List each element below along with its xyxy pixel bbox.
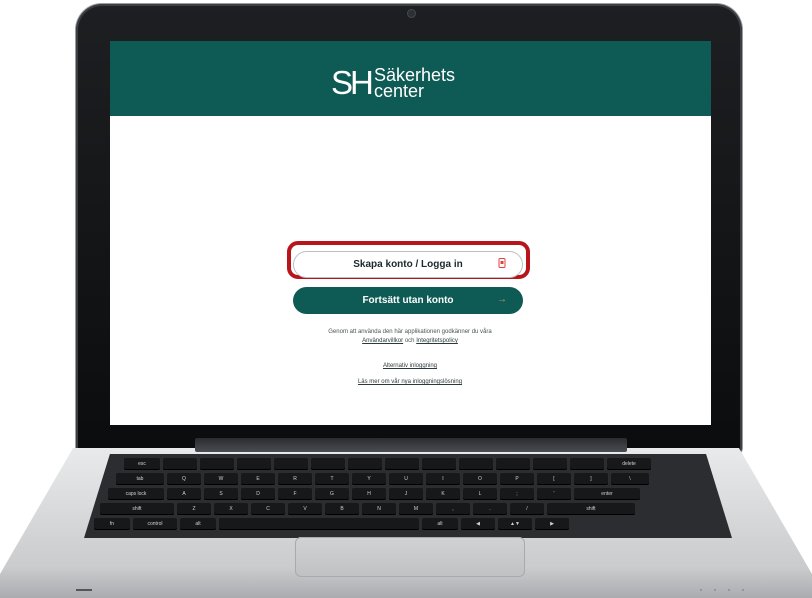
keyboard-key: ◀ — [461, 518, 495, 530]
create-account-login-button[interactable]: Skapa konto / Logga in — [293, 251, 523, 278]
consent-links: Användarvillkor och Integritetspolicy — [260, 337, 560, 346]
keyboard-key: tab — [116, 473, 164, 485]
keyboard-key: L — [463, 488, 497, 500]
keyboard-key: caps lock — [108, 488, 164, 500]
keyboard-key: D — [241, 488, 275, 500]
keyboard: esc delete tab Q W E R T Y U I O P[] \ caps lock A S D F… — [84, 454, 732, 538]
keyboard-key — [163, 458, 197, 470]
alternative-login-link[interactable]: Alternativ inloggning — [260, 363, 560, 369]
keyboard-key — [570, 458, 604, 470]
app-screen: SH Säkerhets center Skapa konto / Logga … — [110, 41, 711, 425]
keyboard-key: P — [500, 473, 534, 485]
consent-conjunction: och — [404, 338, 415, 344]
keyboard-key — [219, 518, 419, 530]
read-more-login-link[interactable]: Läs mer om vår nya inloggningslösning — [260, 379, 560, 385]
keyboard-key: Z — [177, 503, 211, 515]
keyboard-key: U — [389, 473, 423, 485]
keyboard-key: N — [362, 503, 396, 515]
key-row-5: fn control alt alt ◀ ▲▼ ▶ — [94, 518, 569, 530]
keyboard-key: ; — [500, 488, 534, 500]
keyboard-key — [348, 458, 382, 470]
privacy-link[interactable]: Integritetspolicy — [416, 338, 458, 344]
key-row-3: caps lock A S D F G H J K L; ' enter — [108, 488, 640, 500]
keyboard-key — [385, 458, 419, 470]
key-row-4: shift Z X C V B N M,. / shift — [100, 503, 635, 515]
keyboard-key: alt — [180, 518, 216, 530]
keyboard-key: O — [463, 473, 497, 485]
keyboard-key: ] — [574, 473, 608, 485]
keyboard-key: X — [214, 503, 248, 515]
app-header: SH Säkerhets center — [110, 41, 711, 116]
keyboard-key: , — [436, 503, 470, 515]
keyboard-key — [496, 458, 530, 470]
keyboard-key: ' — [537, 488, 571, 500]
id-card-icon — [498, 258, 506, 273]
keyboard-key: W — [204, 473, 238, 485]
keyboard-key: G — [315, 488, 349, 500]
keyboard-key: Q — [167, 473, 201, 485]
keyboard-key: \ — [611, 473, 649, 485]
keyboard-key: shift — [547, 503, 635, 515]
consent-text: Genom att använda den här applikationen … — [260, 328, 560, 346]
consent-sentence: Genom att använda den här applikationen … — [328, 329, 492, 335]
key-row-1: esc delete — [124, 458, 651, 470]
brand-wordmark: Säkerhets center — [374, 66, 455, 101]
keyboard-key: S — [204, 488, 238, 500]
keyboard-key — [422, 458, 456, 470]
keyboard-key: T — [315, 473, 349, 485]
keyboard-key — [237, 458, 271, 470]
keyboard-key: fn — [94, 518, 130, 530]
trackpad[interactable] — [295, 537, 525, 577]
keyboard-key: alt — [422, 518, 458, 530]
status-led — [76, 589, 92, 591]
keyboard-key: control — [133, 518, 177, 530]
keyboard-key: K — [426, 488, 460, 500]
create-account-login-label: Skapa konto / Logga in — [353, 259, 463, 270]
keyboard-key: R — [278, 473, 312, 485]
keyboard-key: C — [251, 503, 285, 515]
keyboard-key: H — [352, 488, 386, 500]
laptop-hinge — [195, 438, 627, 452]
keyboard-key: delete — [607, 458, 651, 470]
keyboard-key: F — [278, 488, 312, 500]
speaker-dots — [700, 589, 760, 592]
keyboard-key: B — [325, 503, 359, 515]
keyboard-key: [ — [537, 473, 571, 485]
keyboard-key: M — [399, 503, 433, 515]
keyboard-key: E — [241, 473, 275, 485]
keyboard-key — [311, 458, 345, 470]
brand-mark: SH — [331, 64, 374, 101]
keyboard-key — [200, 458, 234, 470]
keyboard-key — [459, 458, 493, 470]
terms-link[interactable]: Användarvillkor — [362, 338, 403, 344]
keyboard-key — [533, 458, 567, 470]
keyboard-key: A — [167, 488, 201, 500]
keyboard-key: J — [389, 488, 423, 500]
brand-line-2: center — [374, 81, 425, 101]
keyboard-key: ▲▼ — [498, 518, 532, 530]
keyboard-key: ▶ — [535, 518, 569, 530]
keyboard-key — [274, 458, 308, 470]
webcam — [408, 10, 415, 17]
keyboard-key: I — [426, 473, 460, 485]
keyboard-key: shift — [100, 503, 174, 515]
keyboard-key: Y — [352, 473, 386, 485]
keyboard-key: . — [473, 503, 507, 515]
continue-without-account-button[interactable]: Fortsätt utan konto → — [293, 287, 523, 314]
keyboard-key: / — [510, 503, 544, 515]
key-row-2: tab Q W E R T Y U I O P[] \ — [116, 473, 649, 485]
keyboard-key: esc — [124, 458, 160, 470]
keyboard-key: V — [288, 503, 322, 515]
continue-without-account-label: Fortsätt utan konto — [362, 295, 454, 306]
keyboard-key: enter — [574, 488, 640, 500]
arrow-right-icon: → — [497, 294, 507, 305]
